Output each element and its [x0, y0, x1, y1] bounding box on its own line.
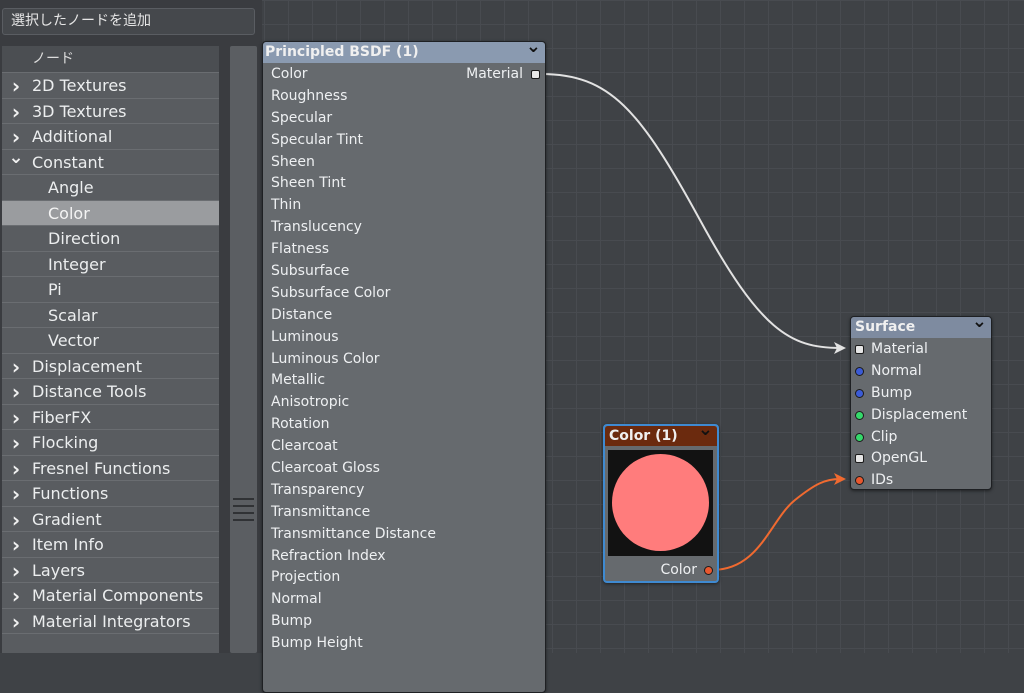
bsdf-input-label: Subsurface — [271, 263, 350, 280]
bsdf-input-label: Transmittance — [271, 503, 371, 520]
bsdf-input-row[interactable]: Clearcoat — [263, 435, 545, 457]
surface-input-label: Material — [871, 341, 928, 357]
bsdf-input-label: Roughness — [271, 87, 348, 104]
surface-input-label: Displacement — [871, 406, 968, 423]
bsdf-node-title[interactable]: Principled BSDF (1) ⌄ — [263, 42, 545, 63]
bsdf-input-row[interactable]: Thin — [263, 194, 545, 216]
surface-input-row[interactable]: Bump — [851, 382, 991, 404]
wire-color-to-ids — [711, 478, 841, 571]
material-output-port[interactable] — [531, 70, 540, 79]
surface-input-list: Material Normal Bump Displacement Clip OpenGL… — [851, 338, 991, 491]
bsdf-input-row[interactable]: Projection — [263, 566, 545, 588]
bsdf-input-label: Normal — [271, 591, 322, 608]
surface-input-port[interactable] — [855, 432, 864, 442]
bsdf-input-label: Metallic — [271, 372, 326, 389]
bsdf-input-label: Transmittance Distance — [271, 525, 436, 542]
surface-node-title[interactable]: Surface ⌄ — [851, 317, 991, 338]
bsdf-input-label: Luminous Color — [271, 350, 380, 367]
chevron-down-icon[interactable]: ⌄ — [972, 317, 987, 332]
surface-input-port[interactable] — [855, 345, 864, 354]
surface-input-port[interactable] — [855, 454, 864, 464]
color-preview-circle — [612, 454, 709, 551]
bsdf-output-label: Material — [466, 66, 523, 82]
bsdf-input-label: Sheen — [271, 153, 315, 170]
bsdf-input-row[interactable]: Transmittance — [263, 501, 545, 523]
surface-input-label: Clip — [871, 428, 898, 445]
bsdf-input-row[interactable]: Transmittance Distance — [263, 523, 545, 545]
bsdf-input-label: Translucency — [271, 219, 362, 236]
surface-node-title-text: Surface — [855, 319, 916, 335]
bsdf-input-label: Transparency — [271, 481, 365, 498]
bsdf-input-row[interactable]: Bump — [263, 610, 545, 632]
bsdf-input-label: Bump — [271, 613, 313, 630]
chevron-down-icon[interactable]: ⌄ — [698, 426, 713, 440]
bsdf-input-list: Color Material Roughness Specular Specular T… — [263, 63, 545, 654]
surface-input-port[interactable] — [855, 476, 864, 486]
surface-input-label: IDs — [871, 472, 894, 489]
bsdf-input-label: Specular Tint — [271, 131, 364, 148]
bsdf-input-row[interactable]: Subsurface Color — [263, 282, 545, 304]
bsdf-input-row[interactable]: Specular Tint — [263, 129, 545, 151]
surface-input-port[interactable] — [855, 410, 864, 420]
surface-input-label: Bump — [871, 384, 913, 401]
bsdf-input-label: Color — [271, 66, 308, 82]
bsdf-input-row[interactable]: Rotation — [263, 413, 545, 435]
bsdf-input-row[interactable]: Specular — [263, 107, 545, 129]
bsdf-input-row[interactable]: Luminous — [263, 326, 545, 348]
bsdf-input-row[interactable]: Roughness — [263, 85, 545, 107]
color-node-title[interactable]: Color (1) ⌄ — [605, 426, 717, 446]
color-node-title-text: Color (1) — [609, 428, 678, 444]
bsdf-node-title-text: Principled BSDF (1) — [265, 44, 419, 60]
surface-input-row[interactable]: IDs — [851, 469, 991, 491]
bsdf-input-label: Bump Height — [271, 635, 363, 652]
bsdf-input-row[interactable]: Normal — [263, 588, 545, 610]
bsdf-input-label: Anisotropic — [271, 394, 350, 411]
surface-input-row[interactable]: OpenGL — [851, 447, 991, 469]
bsdf-input-row[interactable]: Sheen Tint — [263, 172, 545, 194]
bsdf-input-row[interactable]: Clearcoat Gloss — [263, 457, 545, 479]
surface-input-row[interactable]: Material — [851, 338, 991, 360]
bsdf-input-label: Sheen Tint — [271, 175, 346, 192]
color-preview[interactable] — [608, 450, 713, 556]
bsdf-input-label: Subsurface Color — [271, 284, 391, 301]
bsdf-input-label: Luminous — [271, 328, 339, 345]
principled-bsdf-node[interactable]: Principled BSDF (1) ⌄ Color Material Rough… — [262, 41, 546, 693]
surface-input-label: Normal — [871, 362, 922, 379]
bsdf-input-row[interactable]: Sheen — [263, 151, 545, 173]
bsdf-input-row[interactable]: Flatness — [263, 238, 545, 260]
chevron-down-icon[interactable]: ⌄ — [526, 42, 541, 57]
color-output-port-row: Color — [605, 560, 717, 580]
bsdf-input-label: Flatness — [271, 241, 330, 258]
bsdf-input-row[interactable]: Translucency — [263, 216, 545, 238]
bsdf-input-label: Specular — [271, 109, 333, 126]
bsdf-input-label: Distance — [271, 306, 333, 323]
bsdf-input-label: Projection — [271, 569, 341, 586]
bsdf-input-row[interactable]: Distance — [263, 304, 545, 326]
bsdf-input-row[interactable]: Anisotropic — [263, 391, 545, 413]
surface-input-row[interactable]: Normal — [851, 360, 991, 382]
surface-input-row[interactable]: Displacement — [851, 404, 991, 426]
color-output-port[interactable] — [704, 566, 713, 575]
bsdf-input-label: Thin — [271, 197, 302, 214]
bsdf-input-label: Rotation — [271, 416, 330, 433]
surface-input-label: OpenGL — [871, 450, 928, 467]
wire-material-to-surface — [540, 73, 841, 349]
surface-input-row[interactable]: Clip — [851, 426, 991, 448]
surface-node[interactable]: Surface ⌄ Material Normal Bump Displacement… — [850, 316, 992, 490]
bsdf-input-row[interactable]: Color Material — [263, 63, 545, 85]
bsdf-input-label: Clearcoat Gloss — [271, 460, 380, 477]
bsdf-input-row[interactable]: Subsurface — [263, 260, 545, 282]
bsdf-input-row[interactable]: Bump Height — [263, 632, 545, 654]
bsdf-input-label: Refraction Index — [271, 547, 386, 564]
color-node[interactable]: Color (1) ⌄ Color — [603, 424, 719, 583]
bsdf-input-row[interactable]: Transparency — [263, 479, 545, 501]
surface-input-port[interactable] — [855, 366, 864, 376]
bsdf-input-row[interactable]: Metallic — [263, 369, 545, 391]
color-output-label: Color — [660, 562, 697, 578]
bsdf-input-label: Clearcoat — [271, 438, 338, 455]
bsdf-input-row[interactable]: Luminous Color — [263, 348, 545, 370]
surface-input-port[interactable] — [855, 388, 864, 398]
bsdf-input-row[interactable]: Refraction Index — [263, 545, 545, 567]
